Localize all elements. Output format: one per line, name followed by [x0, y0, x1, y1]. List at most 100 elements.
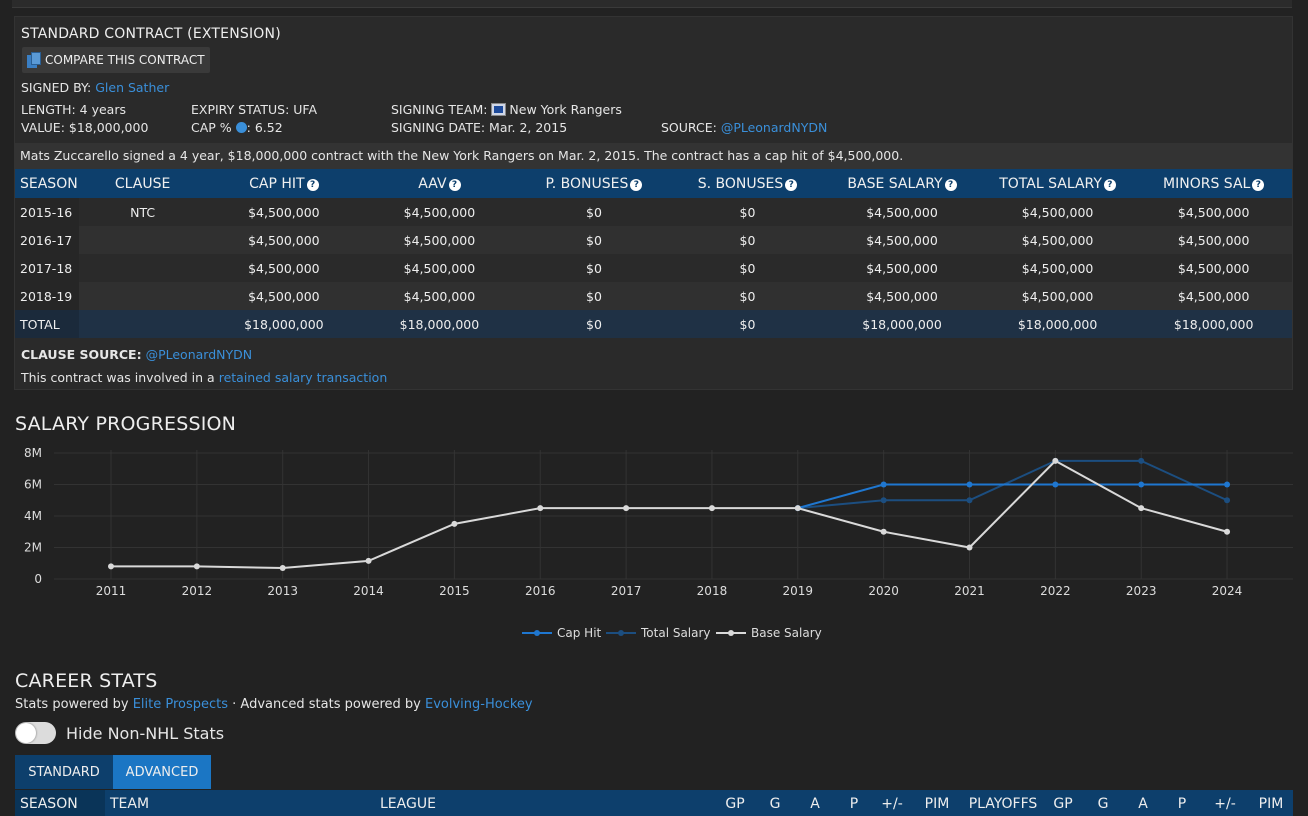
x-tick-label: 2016: [525, 584, 556, 598]
hide-non-nhl-row: Hide Non-NHL Stats: [15, 722, 224, 744]
retained-salary-link[interactable]: retained salary transaction: [219, 370, 388, 385]
stats-col-header: TEAM: [105, 790, 375, 816]
contract-table: SEASON CLAUSE CAP HIT? AAV? P. BONUSES? S. BO…: [15, 169, 1292, 338]
contract-cell: $0: [517, 282, 671, 310]
stats-col-header: GP: [715, 790, 755, 816]
data-point: [880, 481, 887, 488]
career-stats-title: CAREER STATS: [15, 670, 158, 692]
legend-marker: [728, 630, 734, 636]
data-point: [1138, 505, 1145, 512]
contract-table-header: SEASON CLAUSE CAP HIT? AAV? P. BONUSES? S. BO…: [15, 169, 1292, 198]
signed-by-link[interactable]: Glen Sather: [95, 80, 169, 95]
help-icon[interactable]: ?: [630, 178, 643, 191]
hide-non-nhl-toggle[interactable]: [15, 722, 56, 744]
contract-row: 2016-17 $4,500,000 $4,500,000 $0 $0 $4,500,00…: [15, 226, 1292, 254]
help-icon[interactable]: ?: [306, 178, 319, 191]
contract-col-header: AAV?: [361, 169, 518, 198]
contract-cell: $4,500,000: [824, 198, 980, 226]
evolving-hockey-link[interactable]: Evolving-Hockey: [425, 697, 533, 712]
contract-cell: $4,500,000: [979, 198, 1136, 226]
contract-cell: $4,500,000: [361, 282, 518, 310]
x-tick-label: 2018: [697, 584, 728, 598]
contract-cell: $4,500,000: [206, 254, 362, 282]
signing-date: SIGNING DATE: Mar. 2, 2015: [391, 120, 568, 135]
salary-progression-title: SALARY PROGRESSION: [15, 413, 237, 435]
contract-col-header-label: CLAUSE: [114, 175, 171, 192]
help-icon[interactable]: ?: [944, 178, 957, 191]
cap-percent-label: CAP %: [191, 120, 232, 135]
contract-title: STANDARD CONTRACT (EXTENSION): [21, 26, 281, 42]
toggle-knob: [16, 723, 36, 743]
x-tick-label: 2019: [783, 584, 814, 598]
clause-source-link[interactable]: @PLeonardNYDN: [146, 347, 253, 362]
stats-col-header: PIM: [1249, 790, 1293, 816]
contract-col-header: CLAUSE: [79, 169, 207, 198]
top-panel-edge: [12, 0, 1292, 8]
tab-standard[interactable]: STANDARD: [15, 755, 113, 789]
stats-powered-by: Stats powered by Elite Prospects · Advan…: [15, 697, 533, 712]
data-point: [623, 505, 630, 512]
contract-col-header-label: BASE SALARY: [847, 175, 943, 192]
contract-total-cell: $0: [670, 310, 825, 338]
stats-col-header: P: [835, 790, 873, 816]
stats-col-header: A: [1123, 790, 1163, 816]
legend-marker: [534, 630, 540, 636]
help-icon[interactable]: ?: [1252, 178, 1265, 191]
legend-label: Total Salary: [640, 626, 711, 640]
contract-total-cell: $18,000,000: [824, 310, 980, 338]
document-compare-icon: [27, 51, 41, 69]
contract-panel: STANDARD CONTRACT (EXTENSION) COMPARE TH…: [14, 16, 1293, 390]
info-icon[interactable]: [235, 122, 247, 133]
contract-col-header-label: SEASON: [20, 175, 78, 192]
contract-total-row: TOTAL $18,000,000 $18,000,000 $0 $0 $18,000,0…: [15, 310, 1292, 338]
tab-advanced[interactable]: ADVANCED: [113, 755, 211, 789]
contract-cell: $4,500,000: [979, 254, 1136, 282]
legend-label: Base Salary: [751, 626, 822, 640]
contract-cell: [79, 254, 207, 282]
data-point: [966, 497, 973, 504]
data-point: [966, 481, 973, 488]
stats-col-header: LEAGUE: [375, 790, 715, 816]
contract-total-cell: $18,000,000: [979, 310, 1136, 338]
contract-cell: $0: [517, 226, 671, 254]
contract-row: 2015-16 NTC $4,500,000 $4,500,000 $0 $0 $4,500…: [15, 198, 1292, 226]
contract-col-header-label: CAP HIT: [249, 175, 305, 192]
contract-total-cell: $18,000,000: [206, 310, 362, 338]
help-icon[interactable]: ?: [448, 178, 461, 191]
contract-cell: $4,500,000: [1135, 254, 1292, 282]
team-logo-icon: [491, 103, 507, 116]
series-line: [111, 459, 1228, 569]
contract-cell: $4,500,000: [1135, 198, 1292, 226]
contract-length: LENGTH: 4 years: [21, 102, 126, 117]
contract-total-cell: $0: [517, 310, 671, 338]
contract-cell: $4,500,000: [979, 226, 1136, 254]
elite-prospects-link[interactable]: Elite Prospects: [133, 697, 228, 712]
contract-cell: [79, 226, 207, 254]
contract-cell: NTC: [79, 198, 207, 226]
contract-col-header-label: S. BONUSES: [697, 175, 784, 192]
compare-contract-button[interactable]: COMPARE THIS CONTRACT: [22, 47, 210, 73]
contract-cell: $4,500,000: [361, 254, 518, 282]
data-point: [193, 563, 200, 570]
powered-mid: · Advanced stats powered by: [232, 697, 421, 712]
data-point: [365, 557, 372, 564]
data-point: [708, 505, 715, 512]
help-icon[interactable]: ?: [1103, 178, 1116, 191]
data-point: [1052, 457, 1059, 464]
x-tick-label: 2017: [611, 584, 642, 598]
signing-team: SIGNING TEAM: New York Rangers: [391, 102, 622, 117]
stats-col-header: SEASON: [15, 790, 105, 816]
contract-total-cell: TOTAL: [15, 310, 80, 338]
contract-col-header: CAP HIT?: [206, 169, 362, 198]
contract-col-header: S. BONUSES?: [670, 169, 825, 198]
contract-total-cell: $18,000,000: [1135, 310, 1292, 338]
data-point: [880, 497, 887, 504]
contract-cell: $0: [670, 254, 825, 282]
legend-label: Cap Hit: [557, 626, 602, 640]
source-link[interactable]: @PLeonardNYDN: [721, 120, 828, 135]
source-label: SOURCE:: [661, 120, 717, 135]
contract-summary: Mats Zuccarello signed a 4 year, $18,000…: [15, 143, 1292, 169]
x-tick-label: 2011: [96, 584, 127, 598]
help-icon[interactable]: ?: [785, 178, 798, 191]
contract-col-header: BASE SALARY?: [824, 169, 980, 198]
